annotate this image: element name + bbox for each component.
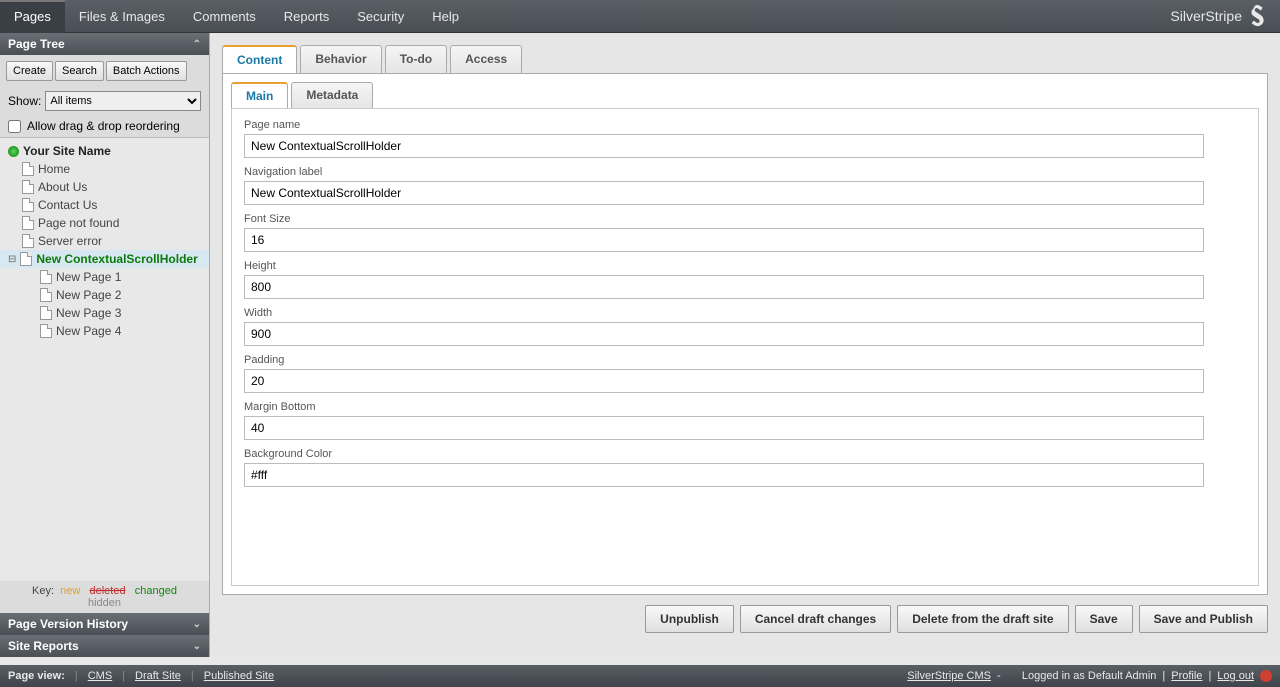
page-view-label: Page view:: [8, 670, 65, 682]
label-nav-label: Navigation label: [244, 166, 1246, 178]
footer-bar: Page view: | CMS | Draft Site | Publishe…: [0, 665, 1280, 687]
save-publish-button[interactable]: Save and Publish: [1139, 605, 1268, 633]
nav-tab-files[interactable]: Files & Images: [65, 0, 179, 33]
input-page-name[interactable]: [244, 134, 1204, 158]
label-width: Width: [244, 307, 1246, 319]
create-button[interactable]: Create: [6, 61, 53, 81]
label-bg-color: Background Color: [244, 448, 1246, 460]
save-button[interactable]: Save: [1075, 605, 1133, 633]
batch-actions-button[interactable]: Batch Actions: [106, 61, 187, 81]
page-icon: [22, 162, 34, 176]
reorder-checkbox[interactable]: [8, 120, 21, 133]
product-link[interactable]: SilverStripe CMS: [907, 670, 991, 682]
input-font-size[interactable]: [244, 228, 1204, 252]
nav-tab-pages[interactable]: Pages: [0, 0, 65, 33]
tree-item-contact[interactable]: Contact Us: [0, 196, 209, 214]
tab-behavior[interactable]: Behavior: [300, 45, 381, 73]
tree-item-notfound[interactable]: Page not found: [0, 214, 209, 232]
expand-icon: ⌄: [193, 619, 201, 630]
nav-tab-security[interactable]: Security: [343, 0, 418, 33]
version-history-header[interactable]: Page Version History ⌄: [0, 613, 209, 635]
tree-item-selected[interactable]: ⊟New ContextualScrollHolder: [0, 250, 209, 268]
input-width[interactable]: [244, 322, 1204, 346]
globe-icon: [8, 146, 19, 157]
brand-logo: SilverStripe: [1170, 5, 1280, 27]
tree-item-child[interactable]: New Page 2: [0, 286, 209, 304]
inner-tabs: Main Metadata: [231, 82, 1259, 108]
nav-tab-comments[interactable]: Comments: [179, 0, 270, 33]
sidebar: Page Tree ⌃ Create Search Batch Actions …: [0, 33, 210, 657]
outer-tabs: Content Behavior To-do Access: [222, 45, 1268, 73]
collapse-icon: ⌃: [193, 39, 201, 50]
input-padding[interactable]: [244, 369, 1204, 393]
page-tree: Your Site Name Home About Us Contact Us …: [0, 138, 209, 581]
form-body: Page name Navigation label Font Size Hei…: [231, 108, 1259, 586]
tree-item-error[interactable]: Server error: [0, 232, 209, 250]
page-icon: [22, 234, 34, 248]
action-bar: Unpublish Cancel draft changes Delete fr…: [222, 595, 1268, 633]
input-bg-color[interactable]: [244, 463, 1204, 487]
tab-content[interactable]: Content: [222, 45, 297, 73]
site-reports-header[interactable]: Site Reports ⌄: [0, 635, 209, 657]
unpublish-button[interactable]: Unpublish: [645, 605, 734, 633]
page-icon: [22, 180, 34, 194]
view-draft-link[interactable]: Draft Site: [135, 670, 181, 682]
nav-tab-reports[interactable]: Reports: [270, 0, 344, 33]
tree-key: Key: new deleted changed hidden: [0, 581, 209, 613]
cancel-button[interactable]: Cancel draft changes: [740, 605, 891, 633]
tab-access[interactable]: Access: [450, 45, 522, 73]
tab-main[interactable]: Main: [231, 82, 288, 108]
tree-item-about[interactable]: About Us: [0, 178, 209, 196]
site-root[interactable]: Your Site Name: [0, 142, 209, 160]
show-label: Show:: [8, 94, 41, 108]
page-icon: [40, 324, 52, 338]
label-padding: Padding: [244, 354, 1246, 366]
label-font-size: Font Size: [244, 213, 1246, 225]
delete-button[interactable]: Delete from the draft site: [897, 605, 1068, 633]
profile-link[interactable]: Profile: [1171, 670, 1202, 682]
label-page-name: Page name: [244, 119, 1246, 131]
label-margin-bottom: Margin Bottom: [244, 401, 1246, 413]
page-tree-header[interactable]: Page Tree ⌃: [0, 33, 209, 55]
tab-metadata[interactable]: Metadata: [291, 82, 373, 108]
label-height: Height: [244, 260, 1246, 272]
page-icon: [22, 216, 34, 230]
expander-icon[interactable]: ⊟: [8, 254, 16, 265]
page-icon: [40, 288, 52, 302]
input-nav-label[interactable]: [244, 181, 1204, 205]
reorder-label: Allow drag & drop reordering: [27, 119, 180, 133]
input-margin-bottom[interactable]: [244, 416, 1204, 440]
show-select[interactable]: All items: [45, 91, 201, 111]
tree-item-home[interactable]: Home: [0, 160, 209, 178]
search-button[interactable]: Search: [55, 61, 104, 81]
tree-item-child[interactable]: New Page 1: [0, 268, 209, 286]
dash: -: [997, 670, 1001, 682]
page-icon: [40, 306, 52, 320]
top-nav: Pages Files & Images Comments Reports Se…: [0, 0, 1280, 33]
page-icon: [40, 270, 52, 284]
nav-tab-help[interactable]: Help: [418, 0, 473, 33]
page-icon: [20, 252, 32, 266]
logged-in-text: Logged in as Default Admin: [1022, 670, 1157, 682]
view-published-link[interactable]: Published Site: [204, 670, 274, 682]
tree-item-child[interactable]: New Page 4: [0, 322, 209, 340]
view-cms-link[interactable]: CMS: [88, 670, 112, 682]
tab-todo[interactable]: To-do: [385, 45, 447, 73]
content-area: Content Behavior To-do Access Main Metad…: [210, 33, 1280, 657]
input-height[interactable]: [244, 275, 1204, 299]
logout-link[interactable]: Log out: [1217, 670, 1254, 682]
tree-item-child[interactable]: New Page 3: [0, 304, 209, 322]
page-icon: [22, 198, 34, 212]
expand-icon: ⌄: [193, 641, 201, 652]
power-icon[interactable]: [1260, 670, 1272, 682]
silverstripe-icon: [1248, 5, 1270, 27]
